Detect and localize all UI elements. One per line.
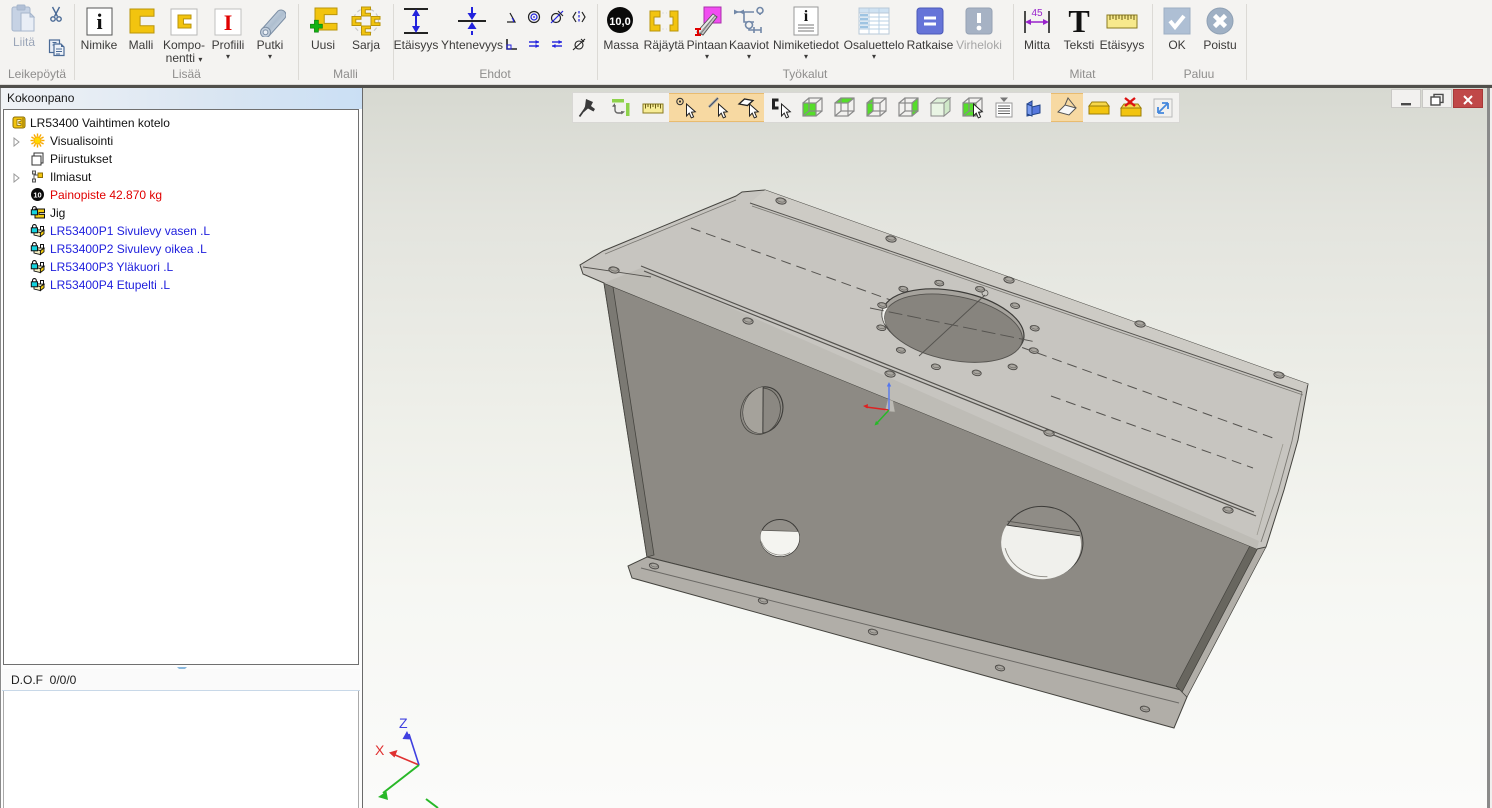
svg-text:X: X [375,742,385,758]
svg-text:I: I [224,10,233,35]
svg-text:45: 45 [1031,8,1043,19]
svg-text:T: T [1068,5,1089,37]
svg-text:Z: Z [399,715,408,731]
svg-text:i: i [804,8,809,25]
svg-text:i: i [96,9,102,34]
svg-text:10,0: 10,0 [609,16,630,28]
svg-text:10: 10 [33,191,41,200]
